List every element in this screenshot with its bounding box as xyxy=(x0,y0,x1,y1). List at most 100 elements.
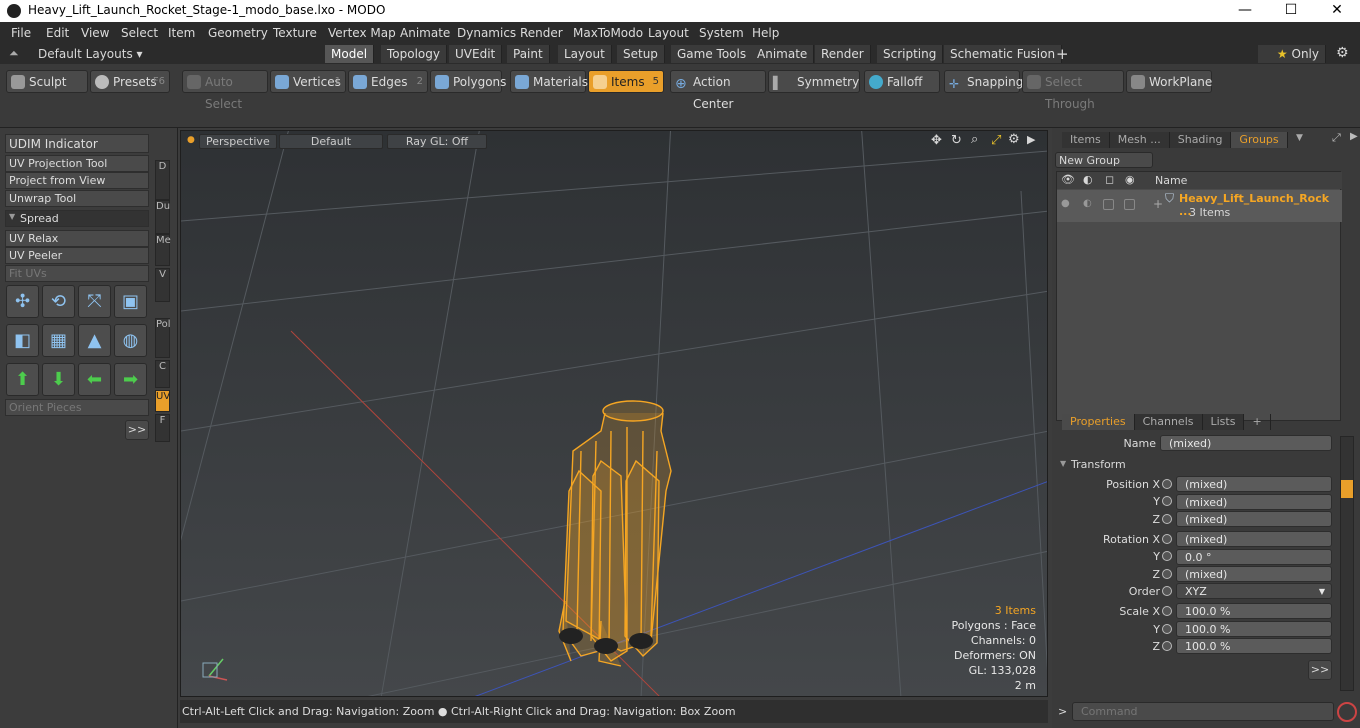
rot-z-keyframe-icon[interactable] xyxy=(1162,569,1172,579)
symmetry-button[interactable]: ▌ Symmetry xyxy=(768,70,860,93)
menu-maxtomodo[interactable]: MaxToModo xyxy=(573,26,643,40)
arrow-up-icon[interactable]: ⬆ xyxy=(6,363,39,396)
menu-layout[interactable]: Layout xyxy=(648,26,689,40)
unwrap-tool-button[interactable]: Unwrap Tool xyxy=(5,190,149,207)
vertices-button[interactable]: Vertices 1 xyxy=(270,70,346,93)
scale-z-keyframe-icon[interactable] xyxy=(1162,641,1172,651)
tab-topology[interactable]: Topology xyxy=(381,45,447,63)
workplane-button[interactable]: WorkPlane xyxy=(1126,70,1212,93)
tab-menu-chevron-icon[interactable]: ▼ xyxy=(1296,133,1303,143)
row-render-icon[interactable]: ◐ xyxy=(1083,198,1092,209)
scale-z-field[interactable]: 100.0 % xyxy=(1176,638,1332,654)
snapping-button[interactable]: ✛ Snapping xyxy=(944,70,1023,93)
default-layouts-dropdown[interactable]: Default Layouts ▾ xyxy=(38,47,143,61)
menu-animate[interactable]: Animate xyxy=(400,26,450,40)
order-keyframe-icon[interactable] xyxy=(1162,586,1172,596)
sculpt-button[interactable]: Sculpt xyxy=(6,70,88,93)
menu-view[interactable]: View xyxy=(81,26,109,40)
rot-x-keyframe-icon[interactable] xyxy=(1162,534,1172,544)
row-expand-icon[interactable]: + xyxy=(1153,197,1163,211)
rotation-x-field[interactable]: (mixed) xyxy=(1176,531,1332,547)
menu-edit[interactable]: Edit xyxy=(46,26,69,40)
menu-item[interactable]: Item xyxy=(168,26,195,40)
expand-more-button[interactable]: >> xyxy=(125,420,149,440)
layout-toggle-icon[interactable]: ⏶ xyxy=(9,46,19,61)
rotation-y-field[interactable]: 0.0 ° xyxy=(1176,549,1332,565)
tab-render[interactable]: Render xyxy=(815,45,871,63)
default-view-button[interactable]: Default xyxy=(279,134,383,149)
order-dropdown[interactable]: XYZ ▼ xyxy=(1176,583,1332,599)
only-toggle[interactable]: ★ Only xyxy=(1258,45,1326,63)
tab-setup[interactable]: Setup xyxy=(617,45,665,63)
add-tab-button[interactable]: + xyxy=(1050,45,1075,63)
menu-file[interactable]: File xyxy=(11,26,31,40)
uv-transform-icon[interactable]: ▣ xyxy=(114,285,147,318)
position-z-field[interactable]: (mixed) xyxy=(1176,511,1332,527)
tab-groups[interactable]: Groups xyxy=(1231,132,1288,148)
tab-shading[interactable]: Shading xyxy=(1169,132,1232,148)
polygons-button[interactable]: Polygons xyxy=(430,70,506,93)
scale-y-keyframe-icon[interactable] xyxy=(1162,624,1172,634)
add-props-tab-button[interactable]: + xyxy=(1244,414,1271,430)
vtab-c[interactable]: C xyxy=(155,360,170,388)
spread-section[interactable]: Spread xyxy=(5,210,149,227)
tab-uvedit[interactable]: UVEdit xyxy=(449,45,503,63)
fit-uvs-button[interactable]: Fit UVs xyxy=(5,265,149,282)
row-select-checkbox[interactable] xyxy=(1124,199,1135,210)
uv-grid-icon[interactable]: ▦ xyxy=(42,324,75,357)
panel-arrow-icon[interactable]: ▶ xyxy=(1350,131,1358,142)
scale-y-field[interactable]: 100.0 % xyxy=(1176,621,1332,637)
items-button[interactable]: Items 5 xyxy=(588,70,664,93)
pos-x-keyframe-icon[interactable] xyxy=(1162,479,1172,489)
vtab-f[interactable]: F xyxy=(155,414,170,442)
tab-game-tools[interactable]: Game Tools xyxy=(671,45,754,63)
vtab-v[interactable]: V xyxy=(155,268,170,302)
menu-geometry[interactable]: Geometry xyxy=(208,26,268,40)
tab-properties[interactable]: Properties xyxy=(1062,414,1135,430)
pan-icon[interactable]: ✥ xyxy=(931,133,942,148)
position-x-field[interactable]: (mixed) xyxy=(1176,476,1332,492)
project-from-view-button[interactable]: Project from View xyxy=(5,172,149,189)
edges-button[interactable]: Edges 2 xyxy=(348,70,428,93)
fit-view-icon[interactable]: ⤢ xyxy=(991,133,1001,148)
arrow-down-icon[interactable]: ⬇ xyxy=(42,363,75,396)
udim-indicator-button[interactable]: UDIM Indicator xyxy=(5,134,149,153)
menu-select[interactable]: Select xyxy=(121,26,158,40)
orient-pieces-button[interactable]: Orient Pieces xyxy=(5,399,149,416)
tab-items[interactable]: Items xyxy=(1062,132,1110,148)
menu-render[interactable]: Render xyxy=(520,26,563,40)
gear-icon[interactable]: ⚙ xyxy=(1336,45,1349,61)
maximize-button[interactable]: ☐ xyxy=(1268,0,1314,22)
uv-sphere-icon[interactable]: ◍ xyxy=(114,324,147,357)
position-y-field[interactable]: (mixed) xyxy=(1176,494,1332,510)
new-group-button[interactable]: New Group xyxy=(1055,152,1153,168)
arrow-left-icon[interactable]: ⬅ xyxy=(78,363,111,396)
tab-mesh[interactable]: Mesh ... xyxy=(1109,132,1170,148)
menu-vertex-map[interactable]: Vertex Map xyxy=(328,26,396,40)
uv-peeler-button[interactable]: UV Peeler xyxy=(5,247,149,264)
spread-collapse-icon[interactable]: ▼ xyxy=(9,212,15,221)
minimize-button[interactable]: — xyxy=(1222,0,1268,22)
action-center-button[interactable]: ⊕ Action Center xyxy=(670,70,766,111)
uv-move-icon[interactable]: ✣ xyxy=(6,285,39,318)
viewport-menu-icon[interactable]: ● xyxy=(187,135,195,145)
select-through-button[interactable]: Select Through xyxy=(1022,70,1124,111)
arrow-right-icon[interactable]: ➡ xyxy=(114,363,147,396)
presets-button[interactable]: Presets F6 xyxy=(90,70,170,93)
row-lock-checkbox[interactable] xyxy=(1103,199,1114,210)
transform-collapse-icon[interactable]: ▼ xyxy=(1060,459,1066,468)
props-side-tabs[interactable] xyxy=(1340,436,1354,691)
tab-channels[interactable]: Channels xyxy=(1134,414,1203,430)
props-more-button[interactable]: >> xyxy=(1308,660,1332,680)
panel-expand-icon[interactable]: ⤢ xyxy=(1332,131,1341,145)
pos-z-keyframe-icon[interactable] xyxy=(1162,514,1172,524)
group-row[interactable]: ● ◐ + ⛉ Heavy_Lift_Launch_Rock ... 3 Ite… xyxy=(1057,190,1342,222)
props-side-tab-active[interactable] xyxy=(1341,480,1353,498)
tab-animate[interactable]: Animate xyxy=(751,45,815,63)
command-input[interactable] xyxy=(1072,702,1334,721)
menu-texture[interactable]: Texture xyxy=(273,26,317,40)
uv-pyramid-icon[interactable]: ▲ xyxy=(78,324,111,357)
scale-x-field[interactable]: 100.0 % xyxy=(1176,603,1332,619)
tab-schematic-fusion[interactable]: Schematic Fusion xyxy=(944,45,1063,63)
rotate-view-icon[interactable]: ↻ xyxy=(951,133,962,148)
